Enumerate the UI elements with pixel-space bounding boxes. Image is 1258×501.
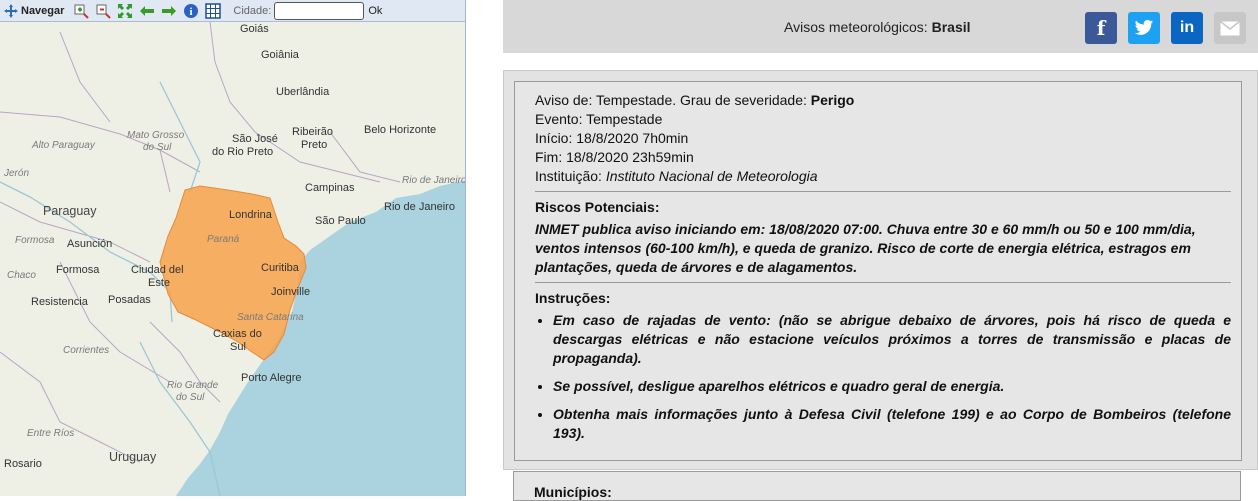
map-label-rs-2: do Sul bbox=[176, 392, 205, 403]
map-label-corrientes: Corrientes bbox=[63, 345, 109, 356]
map-label-ms-2: do Sul bbox=[143, 142, 172, 153]
page-title: Avisos meteorológicos: Brasil bbox=[784, 19, 971, 35]
map-label-goiania: Goiânia bbox=[261, 49, 300, 61]
map-label-joinville: Joinville bbox=[271, 286, 310, 298]
map-label-top-city: Goiás bbox=[240, 23, 269, 35]
aviso-line: Aviso de: Tempestade. Grau de severidade… bbox=[535, 91, 1231, 110]
map-panel: Navegar i Cidade: Ok Goiás Goiânia Uberl… bbox=[0, 0, 466, 496]
back-arrow-icon bbox=[140, 5, 155, 16]
divider bbox=[535, 191, 1231, 192]
city-ok-button[interactable]: Ok bbox=[368, 5, 382, 17]
twitter-icon bbox=[1134, 20, 1154, 35]
navigate-button[interactable]: Navegar bbox=[3, 2, 64, 20]
share-bar: Avisos meteorológicos: Brasil f in bbox=[503, 0, 1258, 53]
map-label-sao-jose-2: do Rio Preto bbox=[212, 146, 273, 158]
aviso-prefix: Aviso de: Tempestade. Grau de severidade… bbox=[535, 92, 811, 108]
forward-button[interactable] bbox=[161, 2, 177, 20]
map-label-ciudad-del-este-1: Ciudad del bbox=[131, 264, 184, 276]
map-label-sao-paulo: São Paulo bbox=[315, 215, 366, 227]
municipios-title: Municípios: bbox=[534, 484, 612, 500]
zoom-out-button[interactable] bbox=[95, 2, 112, 20]
facebook-share-button[interactable]: f bbox=[1085, 12, 1117, 44]
map-canvas[interactable]: Goiás Goiânia Uberlândia Mato Grosso do … bbox=[0, 22, 466, 496]
municipios-box: Municípios: bbox=[513, 471, 1241, 501]
page-title-region: Brasil bbox=[931, 19, 971, 35]
map-label-paraguay: Paraguay bbox=[43, 204, 97, 218]
alert-box: Aviso de: Tempestade. Grau de severidade… bbox=[514, 81, 1242, 461]
map-label-jeron: Jerón bbox=[3, 168, 29, 179]
email-share-button[interactable] bbox=[1214, 12, 1246, 44]
map-toolbar: Navegar i Cidade: Ok bbox=[0, 0, 465, 22]
map-label-porto-alegre: Porto Alegre bbox=[241, 372, 302, 384]
map-label-belo-horizonte: Belo Horizonte bbox=[364, 124, 436, 136]
map-label-rio-de-janeiro: Rio de Janeiro bbox=[384, 201, 455, 213]
map-label-resistencia: Resistencia bbox=[31, 296, 89, 308]
map-label-ms-1: Mato Grosso bbox=[127, 130, 185, 141]
city-input[interactable] bbox=[274, 1, 365, 20]
instrucoes-list: Em caso de rajadas de vento: (não se abr… bbox=[553, 311, 1231, 443]
list-item: Obtenha mais informações junto à Defesa … bbox=[553, 405, 1231, 443]
map-label-caxias-2: Sul bbox=[230, 341, 246, 353]
divider bbox=[535, 282, 1231, 283]
page-title-prefix: Avisos meteorológicos: bbox=[784, 19, 932, 35]
info-button[interactable]: i bbox=[183, 2, 199, 20]
forward-arrow-icon bbox=[162, 5, 177, 16]
list-item: Em caso de rajadas de vento: (não se abr… bbox=[553, 311, 1231, 368]
alert-container: Aviso de: Tempestade. Grau de severidade… bbox=[503, 70, 1258, 470]
map-label-sao-jose-1: São José bbox=[232, 133, 278, 145]
list-item: Se possível, desligue aparelhos elétrico… bbox=[553, 377, 1231, 396]
instituicao-value: Instituto Nacional de Meteorologia bbox=[605, 168, 818, 184]
linkedin-icon: in bbox=[1179, 19, 1195, 36]
linkedin-share-button[interactable]: in bbox=[1171, 12, 1203, 44]
instituicao-line: Instituição: Instituto Nacional de Meteo… bbox=[535, 167, 1231, 186]
map-label-rs-1: Rio Grande bbox=[167, 380, 219, 391]
map-label-campinas: Campinas bbox=[305, 182, 355, 194]
map-label-entre-rios: Entre Ríos bbox=[27, 428, 74, 439]
instrucoes-title: Instruções: bbox=[535, 290, 611, 306]
map-label-santa-catarina: Santa Catarina bbox=[237, 312, 304, 323]
city-label: Cidade: bbox=[233, 4, 272, 17]
map-label-rio-de-janeiro-state: Rio de Janeiro bbox=[402, 175, 466, 186]
zoom-extent-icon bbox=[118, 3, 133, 18]
zoom-in-button[interactable] bbox=[73, 2, 90, 20]
map-label-ciudad-del-este-2: Este bbox=[148, 277, 170, 289]
info-icon: i bbox=[184, 3, 199, 18]
riscos-text: INMET publica aviso iniciando em: 18/08/… bbox=[535, 221, 1196, 275]
fim-line: Fim: 18/8/2020 23h59min bbox=[535, 149, 694, 165]
evento-line: Evento: Tempestade bbox=[535, 111, 663, 127]
map-label-ribeirao-1: Ribeirão bbox=[292, 126, 333, 138]
map-label-uruguay: Uruguay bbox=[109, 450, 157, 464]
zoom-out-icon bbox=[96, 4, 112, 19]
navigate-label: Navegar bbox=[21, 4, 65, 17]
twitter-share-button[interactable] bbox=[1128, 12, 1160, 44]
map-label-rosario: Rosario bbox=[4, 458, 42, 470]
instituicao-prefix: Instituição: bbox=[535, 168, 606, 184]
severity-value: Perigo bbox=[810, 92, 855, 108]
riscos-title: Riscos Potenciais: bbox=[535, 199, 660, 215]
map-label-ribeirao-2: Preto bbox=[301, 139, 327, 151]
grid-button[interactable] bbox=[205, 2, 222, 20]
map-label-chaco: Chaco bbox=[7, 270, 36, 281]
map-label-curitiba: Curitiba bbox=[261, 262, 300, 274]
map-label-alto-paraguay: Alto Paraguay bbox=[31, 140, 96, 151]
map-label-asuncion: Asunción bbox=[67, 238, 112, 250]
inicio-line: Início: 18/8/2020 7h0min bbox=[535, 130, 689, 146]
map-label-formosa: Formosa bbox=[56, 264, 100, 276]
map-label-parana: Paraná bbox=[207, 234, 240, 245]
map-label-caxias-1: Caxias do bbox=[213, 328, 262, 340]
zoom-extent-button[interactable] bbox=[117, 2, 133, 20]
map-label-posadas: Posadas bbox=[108, 294, 151, 306]
facebook-icon: f bbox=[1096, 16, 1106, 40]
svg-text:i: i bbox=[190, 6, 193, 18]
back-button[interactable] bbox=[139, 2, 155, 20]
map-label-londrina: Londrina bbox=[229, 209, 273, 221]
map-label-uberlandia: Uberlândia bbox=[276, 86, 330, 98]
zoom-in-icon bbox=[74, 4, 90, 19]
move-icon bbox=[4, 3, 18, 18]
envelope-icon bbox=[1220, 20, 1240, 35]
grid-icon bbox=[205, 2, 222, 19]
map-label-formosa-state: Formosa bbox=[15, 235, 55, 246]
